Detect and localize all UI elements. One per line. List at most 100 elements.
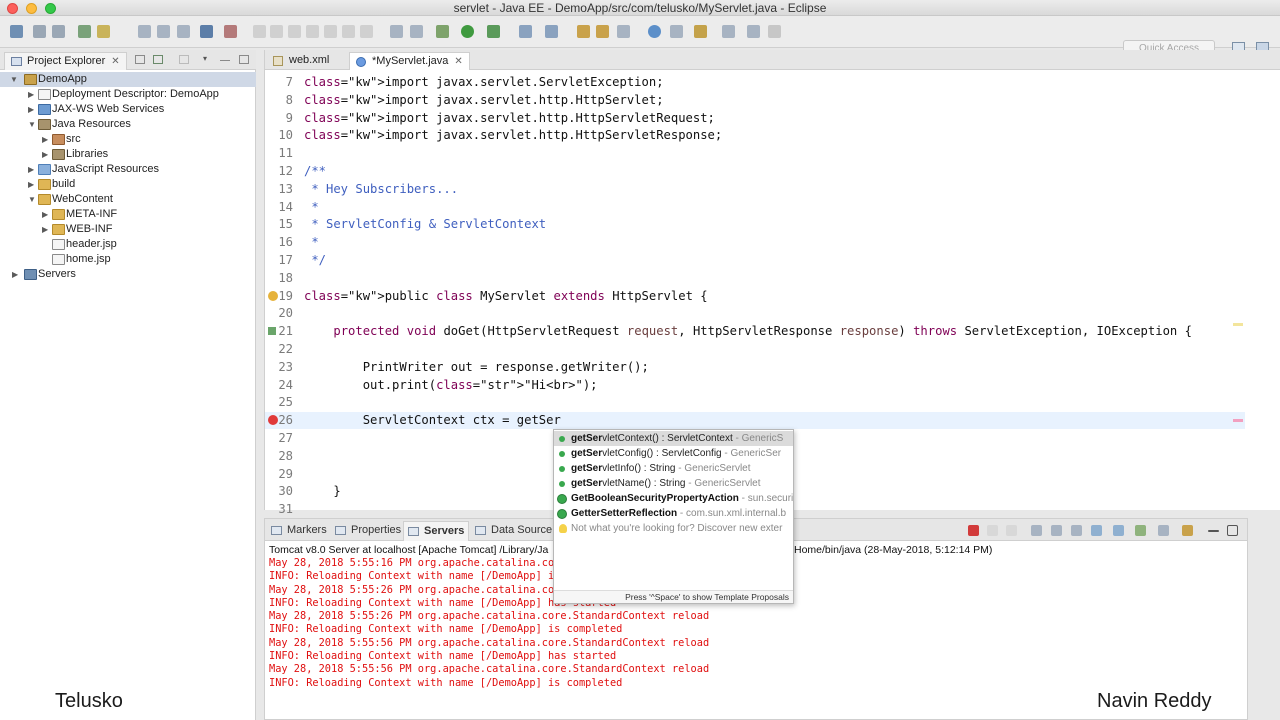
tab-markers[interactable]: Markers xyxy=(267,521,331,541)
disconnect-icon[interactable] xyxy=(306,25,319,38)
new-icon[interactable] xyxy=(10,25,23,38)
minimize-icon[interactable] xyxy=(1208,530,1219,532)
annotation-icon[interactable] xyxy=(670,25,683,38)
chevron-down-icon[interactable]: ▼ xyxy=(10,72,20,87)
step-return-icon[interactable] xyxy=(360,25,373,38)
chevron-right-icon[interactable]: ▶ xyxy=(42,147,52,162)
open-task-icon[interactable] xyxy=(596,25,609,38)
tab-project-explorer[interactable]: Project Explorer ✕ xyxy=(4,52,127,70)
marker-icon[interactable] xyxy=(97,25,110,38)
toggle-icon-3[interactable] xyxy=(177,25,190,38)
code-line[interactable]: 25 xyxy=(265,394,1245,411)
debug-icon[interactable] xyxy=(436,25,449,38)
close-icon[interactable]: ✕ xyxy=(111,56,119,67)
tab-data-source[interactable]: Data Source xyxy=(471,521,556,541)
chevron-right-icon[interactable]: ▶ xyxy=(12,267,22,282)
close-icon[interactable]: ✕ xyxy=(454,56,462,67)
error-ruler-marker[interactable] xyxy=(1233,419,1243,423)
code-line[interactable]: 16 * xyxy=(265,234,1245,251)
code-line[interactable]: 9 class="kw">import javax.servlet.http.Ht… xyxy=(265,110,1245,127)
forward-dropdown-icon[interactable] xyxy=(768,25,781,38)
chevron-down-icon[interactable]: ▼ xyxy=(28,117,38,132)
chevron-right-icon[interactable]: ▶ xyxy=(42,207,52,222)
code-line[interactable]: 11 xyxy=(265,145,1245,162)
chevron-right-icon[interactable]: ▶ xyxy=(28,177,38,192)
code-line[interactable]: 17 */ xyxy=(265,252,1245,269)
step-over-icon[interactable] xyxy=(342,25,355,38)
completion-proposal[interactable]: getServletInfo() : String - GenericServl… xyxy=(554,461,793,476)
word-wrap-icon[interactable] xyxy=(1071,525,1082,536)
new-server-icon[interactable] xyxy=(545,25,558,38)
back-icon[interactable] xyxy=(722,25,735,38)
completion-proposal[interactable]: GetterSetterReflection - com.sun.xml.int… xyxy=(554,506,793,521)
toggle-icon-2[interactable] xyxy=(157,25,170,38)
forward-icon[interactable] xyxy=(747,25,760,38)
code-line[interactable]: 26 ServletContext ctx = getSer xyxy=(265,412,1245,430)
discover-new-extensions-hint[interactable]: Not what you're looking for? Discover ne… xyxy=(554,521,793,536)
code-line[interactable]: 19 class="kw">public class MyServlet exte… xyxy=(265,288,1245,305)
completion-proposal[interactable]: getServletConfig() : ServletConfig - Gen… xyxy=(554,446,793,461)
completion-proposal[interactable]: GetBooleanSecurityPropertyAction - sun.s… xyxy=(554,491,793,506)
scroll-lock-icon[interactable] xyxy=(1051,525,1062,536)
remove-all-icon[interactable] xyxy=(1006,525,1017,536)
skip-breakpoints-icon[interactable] xyxy=(224,25,237,38)
editor-vertical-scrollbar[interactable] xyxy=(1260,72,1274,492)
warning-icon[interactable] xyxy=(268,290,278,301)
code-line[interactable]: 7 class="kw">import javax.servlet.Servlet… xyxy=(265,74,1245,91)
chevron-right-icon[interactable]: ▶ xyxy=(28,162,38,177)
terminate-icon[interactable] xyxy=(288,25,301,38)
code-line[interactable]: 21 protected void doGet(HttpServletReque… xyxy=(265,323,1245,340)
drop-frame-icon[interactable] xyxy=(390,25,403,38)
terminal-icon[interactable] xyxy=(200,25,213,38)
show-on-error-icon[interactable] xyxy=(1113,525,1124,536)
code-line[interactable]: 23 PrintWriter out = response.getWriter(… xyxy=(265,359,1245,376)
tab-web-xml[interactable]: web.xml xyxy=(267,52,335,70)
use-step-filters-icon[interactable] xyxy=(410,25,423,38)
code-line[interactable]: 12 /** xyxy=(265,163,1245,180)
code-line[interactable]: 18 xyxy=(265,270,1245,287)
run-icon[interactable] xyxy=(461,25,474,38)
link-with-editor-icon[interactable] xyxy=(153,55,163,64)
show-on-output-icon[interactable] xyxy=(1091,525,1102,536)
tab-servers[interactable]: Servers xyxy=(403,521,470,541)
code-line[interactable]: 22 xyxy=(265,341,1245,358)
chevron-right-icon[interactable]: ▶ xyxy=(28,87,38,102)
code-line[interactable]: 14 * xyxy=(265,199,1245,216)
toggle-icon[interactable] xyxy=(138,25,151,38)
tree-item-demoapp[interactable]: ▼ DemoApp xyxy=(0,72,256,87)
external-tools-icon[interactable] xyxy=(519,25,532,38)
terminate-icon[interactable] xyxy=(968,525,979,536)
coverage-icon[interactable] xyxy=(487,25,500,38)
focus-icon[interactable] xyxy=(179,55,189,64)
maximize-icon[interactable] xyxy=(239,55,249,64)
collapse-all-icon[interactable] xyxy=(135,55,145,64)
completion-proposal[interactable]: getServletName() : String - GenericServl… xyxy=(554,476,793,491)
code-line[interactable]: 8 class="kw">import javax.servlet.http.Ht… xyxy=(265,92,1245,109)
completion-proposal[interactable]: getServletContext() : ServletContext - G… xyxy=(554,431,793,446)
minimize-icon[interactable] xyxy=(220,60,230,62)
display-console-icon[interactable] xyxy=(1158,525,1169,536)
open-console-icon[interactable] xyxy=(1182,525,1193,536)
warning-ruler-marker[interactable] xyxy=(1233,323,1243,327)
chevron-down-icon[interactable]: ▼ xyxy=(28,192,38,207)
chevron-right-icon[interactable]: ▶ xyxy=(28,102,38,117)
web-browser-icon[interactable] xyxy=(648,25,661,38)
save-icon[interactable] xyxy=(33,25,46,38)
suspend-icon[interactable] xyxy=(270,25,283,38)
maximize-icon[interactable] xyxy=(1227,525,1238,536)
code-line[interactable]: 13 * Hey Subscribers... xyxy=(265,181,1245,198)
resume-icon[interactable] xyxy=(253,25,266,38)
chevron-right-icon[interactable]: ▶ xyxy=(42,132,52,147)
code-line[interactable]: 15 * ServletConfig & ServletContext xyxy=(265,216,1245,233)
save-all-icon[interactable] xyxy=(52,25,65,38)
step-into-icon[interactable] xyxy=(324,25,337,38)
code-line[interactable]: 20 xyxy=(265,305,1245,322)
search-icon[interactable] xyxy=(617,25,630,38)
chevron-right-icon[interactable]: ▶ xyxy=(42,222,52,237)
open-type-icon[interactable] xyxy=(577,25,590,38)
next-annotation-icon[interactable] xyxy=(694,25,707,38)
code-line[interactable]: 10 class="kw">import javax.servlet.http.H… xyxy=(265,127,1245,144)
tab-properties[interactable]: Properties xyxy=(331,521,405,541)
tab-myservlet-java[interactable]: *MyServlet.java ✕ xyxy=(349,52,470,70)
remove-launch-icon[interactable] xyxy=(987,525,998,536)
